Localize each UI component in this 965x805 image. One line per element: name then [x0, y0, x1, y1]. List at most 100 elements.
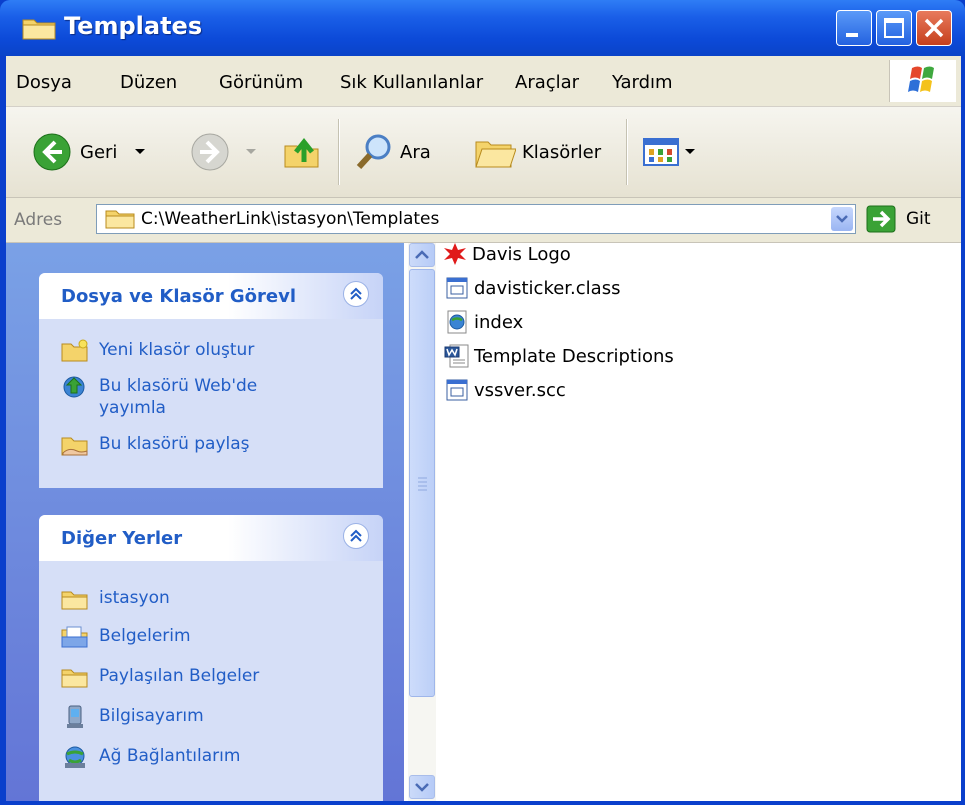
place-my-documents[interactable]: Belgelerim: [61, 625, 191, 649]
close-button[interactable]: [916, 10, 952, 46]
views-button[interactable]: [642, 107, 696, 197]
forward-button[interactable]: [190, 107, 258, 197]
address-label: Adres: [14, 210, 63, 230]
window-client: Dosya Düzen Görünüm Sık Kullanılanlar Ar…: [6, 56, 961, 801]
my-documents-icon: [61, 626, 88, 648]
task-label: Yeni klasör oluştur: [99, 340, 255, 360]
views-icon: [643, 138, 679, 166]
menu-yardim[interactable]: Yardım: [612, 72, 673, 93]
folder-icon: [105, 210, 135, 229]
my-computer-icon: [67, 705, 83, 728]
file-item[interactable]: Davis Logo: [442, 242, 571, 266]
address-path: C:\WeatherLink\istasyon\Templates: [141, 209, 440, 229]
file-item[interactable]: Template Descriptions: [444, 344, 674, 368]
file-name: index: [474, 311, 524, 333]
folder-icon: [22, 19, 56, 40]
folders-button[interactable]: Klasörler: [474, 107, 601, 197]
generic-file-icon: [446, 379, 468, 401]
place-my-computer[interactable]: Bilgisayarım: [61, 705, 204, 729]
tasks-panel-title: Dosya ve Klasör Görevl: [61, 286, 296, 307]
back-label: Geri: [80, 141, 118, 163]
vertical-scrollbar[interactable]: [408, 243, 436, 801]
scroll-up-button[interactable]: [409, 243, 435, 267]
folders-label: Klasörler: [522, 141, 602, 163]
file-list-pane: Davis Logo davisticker.class index Templ…: [404, 243, 961, 801]
menu-favorites[interactable]: Sık Kullanılanlar: [340, 72, 483, 93]
forward-dropdown-icon[interactable]: [244, 147, 258, 157]
minimize-button[interactable]: [836, 10, 872, 46]
image-icon: [444, 243, 466, 265]
chevron-up-icon: [415, 250, 429, 259]
address-dropdown-button[interactable]: [831, 207, 853, 231]
chevron-down-icon: [836, 215, 848, 223]
address-bar: Adres C:\WeatherLink\istasyon\Templates …: [6, 198, 961, 243]
search-button[interactable]: Ara: [354, 107, 431, 197]
up-button[interactable]: [282, 107, 322, 197]
chevron-up-icon: [350, 529, 362, 542]
task-publish-web[interactable]: Bu klasörü Web'de yayımla: [61, 375, 311, 419]
folders-icon: [475, 141, 516, 168]
file-name: Template Descriptions: [474, 345, 674, 367]
place-shared-documents[interactable]: Paylaşılan Belgeler: [61, 665, 259, 689]
window-title: Templates: [64, 12, 203, 40]
generic-file-icon: [446, 277, 468, 299]
back-dropdown-icon[interactable]: [133, 147, 147, 157]
close-icon: [924, 18, 944, 38]
place-label: Paylaşılan Belgeler: [99, 666, 260, 686]
go-label: Git: [906, 209, 931, 229]
file-name: davisticker.class: [474, 277, 621, 299]
go-button[interactable]: Git: [866, 205, 931, 233]
place-label: istasyon: [99, 588, 170, 608]
task-pane: Dosya ve Klasör Görevl Yeni klasör oluşt…: [6, 243, 404, 801]
file-item[interactable]: davisticker.class: [444, 276, 620, 300]
title-bar[interactable]: Templates: [0, 0, 965, 56]
tasks-panel-header[interactable]: Dosya ve Klasör Görevl: [39, 273, 383, 319]
file-folder-tasks-panel: Dosya ve Klasör Görevl Yeni klasör oluşt…: [39, 273, 383, 488]
task-new-folder[interactable]: Yeni klasör oluştur: [61, 339, 254, 363]
address-input[interactable]: C:\WeatherLink\istasyon\Templates: [96, 204, 856, 234]
minimize-icon: [846, 33, 858, 37]
toolbar-separator: [338, 119, 339, 185]
other-places-panel: Diğer Yerler istasyon Belgelerim Paylaşı…: [39, 515, 383, 801]
maximize-button[interactable]: [876, 10, 912, 46]
word-document-icon: [444, 344, 469, 368]
places-panel-header[interactable]: Diğer Yerler: [39, 515, 383, 561]
html-file-icon: [447, 310, 467, 334]
file-item[interactable]: vssver.scc: [444, 378, 566, 402]
views-dropdown-icon: [685, 149, 695, 154]
collapse-places-button[interactable]: [343, 523, 369, 549]
place-label: Belgelerim: [99, 626, 191, 646]
place-label: Ağ Bağlantılarım: [99, 746, 241, 766]
back-button[interactable]: Geri: [32, 107, 147, 197]
file-item[interactable]: index: [444, 310, 523, 334]
grip-icon: [418, 477, 427, 491]
search-label: Ara: [400, 141, 431, 163]
toolbar-separator: [626, 119, 627, 185]
windows-logo: [889, 60, 956, 102]
task-label: Bu klasörü Web'de yayımla: [99, 376, 258, 418]
maximize-icon: [884, 18, 904, 38]
standard-toolbar: Geri Ara Klasörler: [6, 107, 961, 198]
places-panel-title: Diğer Yerler: [61, 528, 183, 549]
windows-flag-icon: [908, 66, 934, 92]
place-label: Bilgisayarım: [99, 706, 204, 726]
forward-arrow-icon: [191, 133, 229, 171]
share-folder-icon: [61, 437, 88, 456]
back-arrow-icon: [33, 133, 71, 171]
task-label: Bu klasörü paylaş: [99, 434, 250, 454]
collapse-tasks-button[interactable]: [343, 281, 369, 307]
menu-duzen[interactable]: Düzen: [120, 72, 177, 93]
scroll-down-button[interactable]: [409, 775, 435, 799]
menu-gorunum[interactable]: Görünüm: [219, 72, 303, 93]
menu-araclar[interactable]: Araçlar: [515, 72, 579, 93]
scroll-thumb[interactable]: [409, 269, 435, 697]
menu-dosya[interactable]: Dosya: [16, 72, 72, 93]
place-istasyon[interactable]: istasyon: [61, 587, 170, 611]
publish-web-icon: [63, 376, 85, 398]
task-share-folder[interactable]: Bu klasörü paylaş: [61, 433, 250, 457]
menu-bar: Dosya Düzen Görünüm Sık Kullanılanlar Ar…: [6, 56, 961, 107]
go-arrow-icon: [866, 205, 896, 233]
folder-up-icon: [284, 137, 319, 168]
place-network[interactable]: Ağ Bağlantılarım: [61, 745, 240, 769]
chevron-down-icon: [415, 783, 429, 792]
